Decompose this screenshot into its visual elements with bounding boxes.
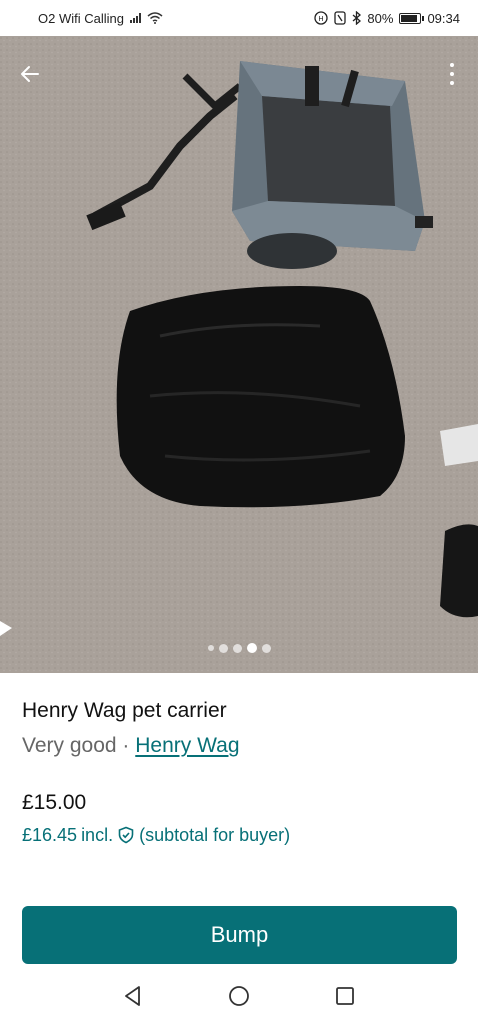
carousel-indicator: [0, 643, 478, 653]
brand-link[interactable]: Henry Wag: [135, 734, 239, 757]
nfc-icon: [334, 11, 347, 25]
status-left: O2 Wifi Calling: [38, 11, 163, 26]
carousel-dot-active[interactable]: [246, 643, 257, 653]
bluetooth-icon: [352, 11, 362, 25]
incl-label: incl.: [81, 825, 114, 845]
photo-image: [0, 36, 478, 673]
arrow-left-icon: [21, 66, 39, 82]
condition-label: Very good: [22, 734, 117, 757]
bump-button[interactable]: Bump: [22, 906, 457, 964]
carrier-label: O2 Wifi Calling: [38, 10, 124, 26]
listing-info: Henry Wag pet carrier Very good · Henry …: [22, 696, 456, 848]
carousel-dot[interactable]: [218, 643, 228, 653]
nav-home-icon: [229, 986, 249, 1006]
battery-percent: 80%: [367, 10, 394, 26]
nav-back-button[interactable]: [121, 984, 145, 1008]
status-bar: O2 Wifi Calling H 80% 09:34: [0, 0, 478, 36]
status-right: H 80% 09:34: [314, 11, 460, 26]
carousel-dot[interactable]: [261, 643, 271, 653]
svg-text:H: H: [319, 15, 324, 23]
listing-photo[interactable]: [0, 36, 478, 673]
battery-icon: [399, 12, 425, 24]
wifi-icon: [147, 12, 163, 24]
system-nav-bar: [0, 968, 478, 1024]
nav-home-button[interactable]: [227, 984, 251, 1008]
item-subline: Very good · Henry Wag: [22, 732, 456, 760]
more-options-button[interactable]: [442, 56, 462, 92]
signal-icon: [129, 13, 141, 23]
nav-recents-icon: [336, 987, 354, 1005]
item-title: Henry Wag pet carrier: [22, 699, 227, 722]
back-button[interactable]: [14, 58, 46, 90]
buyer-price: £16.45: [22, 825, 78, 845]
hd-call-icon: H: [314, 11, 329, 25]
carousel-dot[interactable]: [232, 643, 242, 653]
clock: 09:34: [427, 10, 460, 26]
shield-check-icon: [117, 826, 135, 844]
separator: ·: [122, 734, 130, 757]
more-vertical-icon: [450, 63, 454, 67]
nav-recents-button[interactable]: [333, 984, 357, 1008]
item-price: £15.00: [22, 791, 87, 814]
nav-back-icon: [125, 986, 140, 1006]
buyer-note: (subtotal for buyer): [139, 825, 291, 845]
carousel-dot[interactable]: [207, 645, 214, 651]
buyer-price-row[interactable]: £16.45 incl. (subtotal for buyer): [22, 822, 456, 848]
